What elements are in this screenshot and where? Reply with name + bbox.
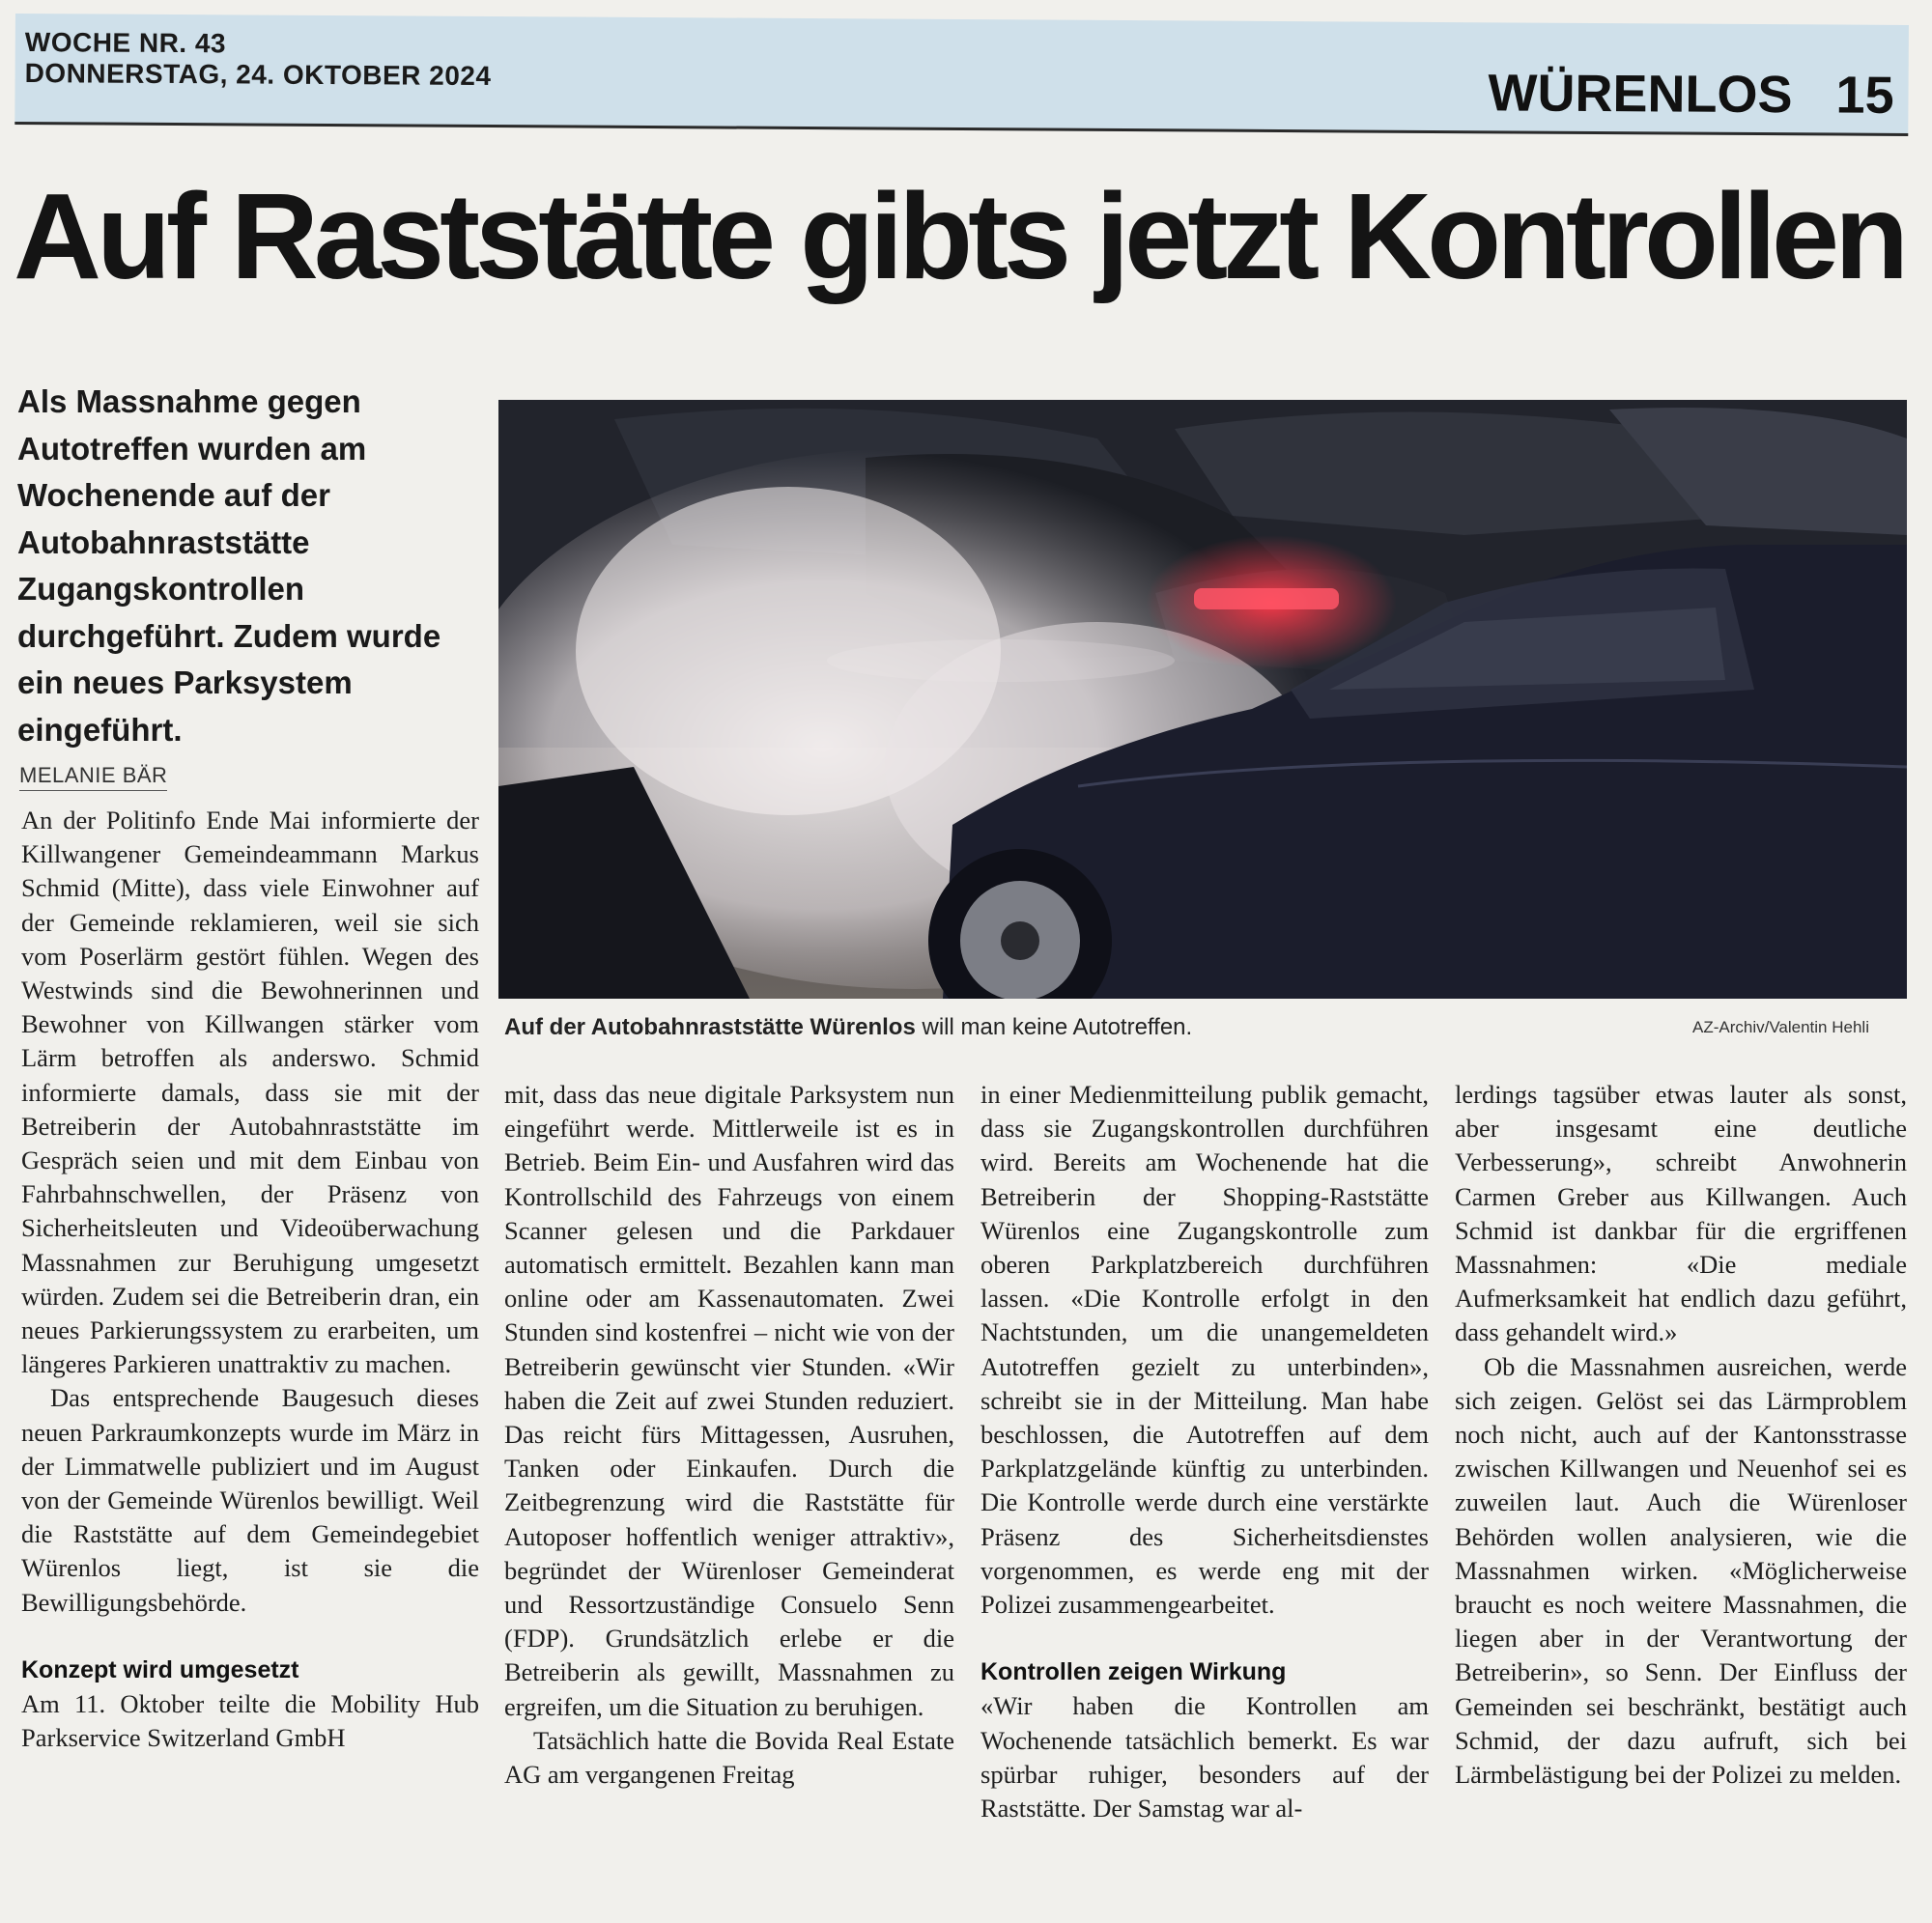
paragraph: Das entsprechende Baugesuch dieses neuen… <box>21 1383 479 1617</box>
issue-date: DONNERSTAG, 24. OKTOBER 2024 <box>24 58 492 92</box>
article-column-4: lerdings tagsüber etwas lauter als sonst… <box>1455 1078 1907 1792</box>
caption-bold: Auf der Autobahnraststätte Würenlos <box>504 1014 916 1040</box>
paragraph: in einer Medienmitteilung publik gemacht… <box>980 1080 1429 1620</box>
paragraph: Am 11. Oktober teilte die Mobility Hub P… <box>21 1689 479 1753</box>
paragraph: An der Politinfo Ende Mai informierte de… <box>21 806 479 1379</box>
parking-lot-night-image <box>498 400 1907 999</box>
paragraph: Ob die Massnahmen ausreichen, werde sich… <box>1455 1351 1907 1790</box>
article-column-2: mit, dass das neue digitale Parksystem n… <box>504 1078 954 1792</box>
paragraph: «Wir haben die Kontrollen am Wochenende … <box>980 1691 1429 1824</box>
issue-info: WOCHE NR. 43 DONNERSTAG, 24. OKTOBER 202… <box>25 27 492 92</box>
photo-credit: AZ-Archiv/Valentin Hehli <box>1692 1018 1869 1036</box>
article-photo <box>498 400 1907 999</box>
paragraph: lerdings tagsüber etwas lauter als sonst… <box>1455 1080 1907 1347</box>
paragraph: mit, dass das neue digitale Parksystem n… <box>504 1080 954 1721</box>
article-column-1: An der Politinfo Ende Mai informierte de… <box>21 804 479 1755</box>
subheading: Kontrollen zeigen Wirkung <box>980 1658 1287 1686</box>
author-byline: MELANIE BÄR <box>19 763 168 791</box>
week-number: WOCHE NR. 43 <box>24 27 227 59</box>
page-number: 15 <box>1835 66 1894 125</box>
subheading: Konzept wird umgesetzt <box>21 1655 299 1683</box>
lead-text: Als Massnahme gegen Autotreffen wurden a… <box>17 383 441 748</box>
section-name: WÜRENLOS <box>1488 64 1793 125</box>
article-column-3: in einer Medienmitteilung publik gemacht… <box>980 1078 1429 1825</box>
paragraph: Tatsächlich hatte die Bovida Real Estate… <box>504 1725 954 1790</box>
page-header: WOCHE NR. 43 DONNERSTAG, 24. OKTOBER 202… <box>14 14 1909 136</box>
caption-rest: will man keine Autotreffen. <box>915 1014 1193 1040</box>
headline: Auf Raststätte gibts jetzt Kontrollen <box>14 168 1909 304</box>
